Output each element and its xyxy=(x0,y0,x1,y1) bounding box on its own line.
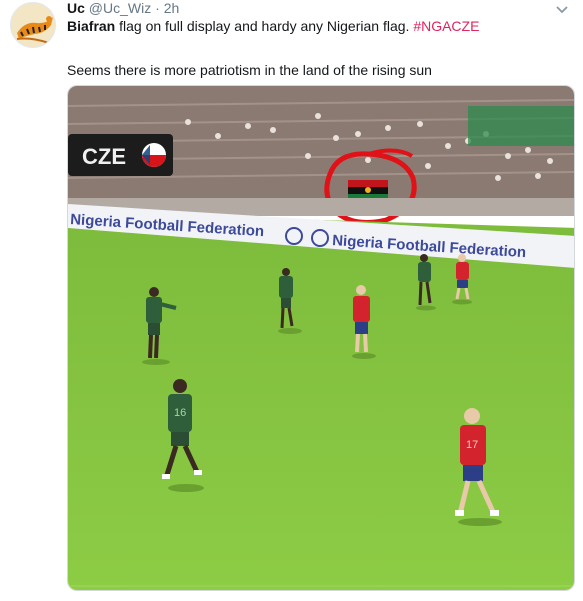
tweet-header: Uc @Uc_Wiz · 2h xyxy=(67,0,179,16)
user-handle[interactable]: @Uc_Wiz xyxy=(89,0,151,16)
hashtag-link[interactable]: #NGACZE xyxy=(413,18,479,34)
jersey-number-2: 17 xyxy=(466,439,478,451)
pitch xyxy=(68,212,574,590)
tiger-avatar-icon xyxy=(11,3,55,47)
tweet-text-line2: Seems there is more patriotism in the la… xyxy=(67,62,432,78)
tweet-photo[interactable]: CZE Nigeria Football Federation Nigeria … xyxy=(67,85,575,591)
text-bold-word: Biafran xyxy=(67,18,116,34)
timestamp[interactable]: 2h xyxy=(164,0,180,16)
tweet[interactable]: Uc @Uc_Wiz · 2h Biafran flag on full dis… xyxy=(0,0,583,601)
avatar[interactable] xyxy=(10,2,56,48)
score-team-code: CZE xyxy=(82,144,126,169)
tweet-text: Biafran flag on full display and hardy a… xyxy=(67,17,567,35)
jersey-number-1: 16 xyxy=(174,407,186,419)
chevron-down-icon[interactable] xyxy=(552,2,572,18)
separator-dot: · xyxy=(155,0,160,16)
text-body: flag on full display and hardy any Niger… xyxy=(115,18,414,34)
green-seats xyxy=(468,106,574,146)
display-name[interactable]: Uc xyxy=(67,0,85,16)
